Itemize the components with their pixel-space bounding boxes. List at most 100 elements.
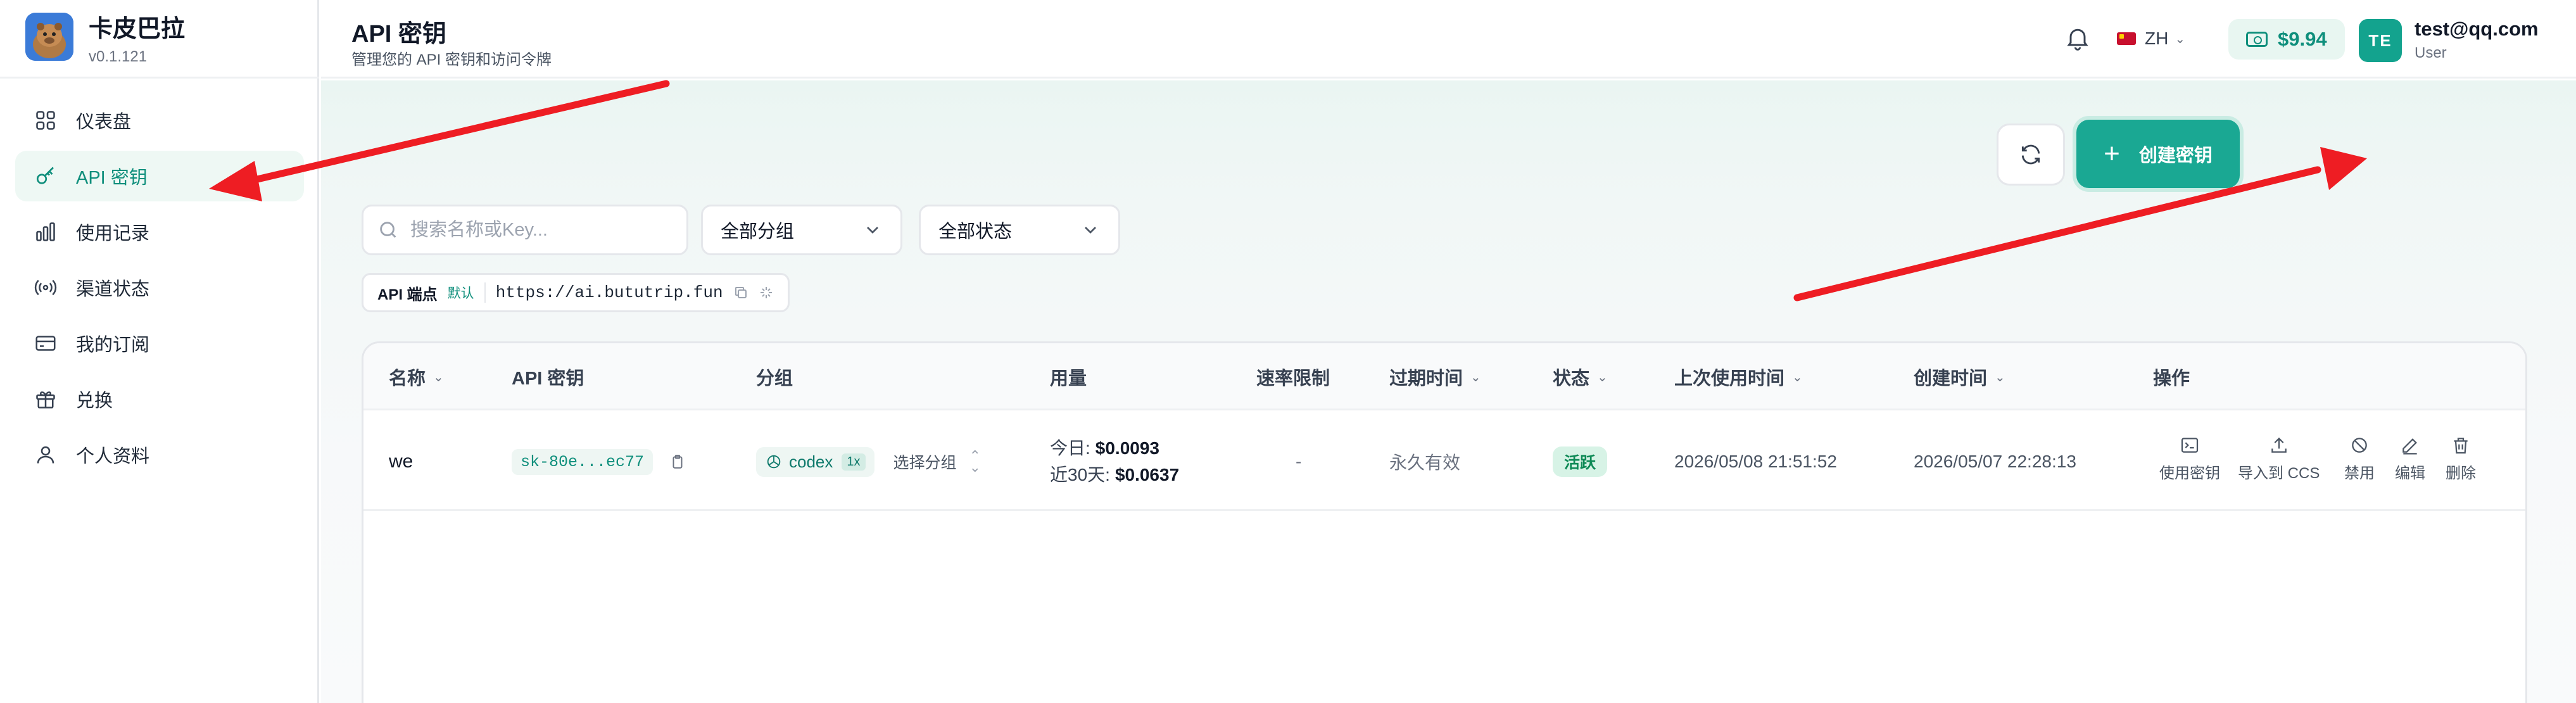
- capybara-logo-icon[interactable]: [25, 13, 73, 61]
- chevron-down-icon: ⌄: [1995, 370, 2005, 384]
- status-filter-select[interactable]: 全部状态: [919, 205, 1120, 255]
- endpoint-default-badge: 默认: [447, 286, 474, 301]
- sidebar-item-channel-status[interactable]: 渠道状态: [15, 262, 304, 313]
- brand: 卡皮巴拉 v0.1.121: [0, 0, 319, 79]
- sidebar-nav: 仪表盘 API 密钥 使用记录 渠道状态 我的订阅 兑换 个人资料: [0, 95, 319, 485]
- sidebar-item-redeem[interactable]: 兑换: [15, 374, 304, 424]
- delete-button[interactable]: 删除: [2446, 435, 2476, 483]
- column-header-created[interactable]: 创建时间 ⌄: [1914, 343, 2005, 410]
- masked-api-key[interactable]: sk-80e...ec77: [512, 448, 653, 475]
- chevron-down-icon: ⌄: [1597, 370, 1608, 384]
- status-filter-value: 全部状态: [938, 222, 1013, 242]
- create-key-label: 创建密钥: [2138, 146, 2213, 166]
- chevron-down-icon: [867, 227, 878, 234]
- column-header-expires[interactable]: 过期时间 ⌄: [1389, 343, 1481, 410]
- balance-value: $9.94: [2278, 28, 2327, 50]
- sidebar-item-label: 仪表盘: [76, 112, 132, 132]
- column-header-last-used[interactable]: 上次使用时间 ⌄: [1674, 343, 1803, 410]
- use-key-button[interactable]: 使用密钥: [2159, 435, 2220, 483]
- page-title: API 密钥: [351, 21, 446, 48]
- api-keys-table: 名称 ⌄ API 密钥 分组 用量 速率限制 过期时间 ⌄ 状态 ⌄ 上次使用时间 ⌄ …: [362, 341, 2527, 703]
- status-badge: 活跃: [1553, 446, 1608, 477]
- usage-30-days: 近30天: $0.0637: [1050, 465, 1180, 484]
- create-key-button[interactable]: + 创建密钥: [2076, 120, 2240, 188]
- gift-icon: [34, 388, 57, 410]
- refresh-icon: [2021, 144, 2040, 165]
- language-label: ZH: [2145, 28, 2169, 48]
- group-name: codex: [789, 452, 833, 471]
- copy-icon[interactable]: [733, 285, 748, 300]
- refresh-button[interactable]: [1997, 124, 2065, 186]
- group-cell: codex 1x 选择分组 ⌃ ⌄: [756, 412, 981, 511]
- api-endpoint-bar: API 端点 默认 https://ai.bututrip.fun: [362, 273, 790, 312]
- group-filter-select[interactable]: 全部分组: [701, 205, 902, 255]
- column-header-rate-limit: 速率限制: [1256, 369, 1330, 389]
- edit-button[interactable]: 编辑: [2395, 435, 2425, 483]
- credit-card-icon: [34, 332, 57, 355]
- sidebar: 卡皮巴拉 v0.1.121 仪表盘 API 密钥 使用记录 渠道状态 我的订阅 …: [0, 0, 319, 703]
- search-box[interactable]: [362, 205, 688, 255]
- bell-icon[interactable]: [2064, 24, 2092, 52]
- sidebar-item-profile[interactable]: 个人资料: [15, 429, 304, 480]
- main-content: + 创建密钥 全部分组 全部状态 API 端点 默认 https://ai.bu…: [321, 80, 2576, 703]
- sidebar-item-label: 兑换: [76, 391, 113, 411]
- chevron-down-icon: ⌄: [433, 370, 444, 384]
- balance-badge[interactable]: $9.94: [2228, 19, 2345, 60]
- column-header-usage: 用量: [1050, 369, 1087, 389]
- china-flag-icon: [2117, 32, 2136, 45]
- plus-icon: +: [2104, 138, 2120, 169]
- user-role: User: [2415, 44, 2447, 61]
- last-used-value: 2026/05/08 21:51:52: [1674, 452, 1837, 471]
- chevron-down-icon: ⌄: [1470, 370, 1481, 384]
- table-row: we sk-80e...ec77 codex 1x 选择分组 ⌃ ⌄ 今日: $0.…: [363, 412, 2525, 511]
- openai-icon: [767, 455, 781, 469]
- usage-today: 今日: $0.0093: [1050, 438, 1159, 458]
- sidebar-item-label: 个人资料: [76, 446, 150, 467]
- signal-icon: [34, 276, 57, 299]
- column-header-name[interactable]: 名称 ⌄: [389, 343, 444, 410]
- sidebar-item-api-keys[interactable]: API 密钥: [15, 151, 304, 201]
- bar-chart-icon: [34, 220, 57, 243]
- search-input[interactable]: [410, 219, 676, 241]
- avatar[interactable]: TE: [2359, 19, 2402, 62]
- pencil-icon: [2402, 438, 2417, 455]
- table-header: 名称 ⌄ API 密钥 分组 用量 速率限制 过期时间 ⌄ 状态 ⌄ 上次使用时间 ⌄ …: [363, 343, 2525, 410]
- language-switcher[interactable]: ZH ⌄: [2117, 23, 2185, 54]
- column-header-api-key: API 密钥: [512, 369, 584, 389]
- endpoint-url: https://ai.bututrip.fun: [495, 283, 723, 302]
- trash-icon: [2454, 438, 2468, 454]
- chevron-updown-icon: ⌃ ⌄: [969, 448, 981, 475]
- search-icon: [380, 222, 396, 238]
- rate-limit-value: -: [1296, 452, 1302, 471]
- upload-icon: [2271, 437, 2287, 453]
- sidebar-item-subscriptions[interactable]: 我的订阅: [15, 318, 304, 369]
- terminal-icon: [2181, 438, 2199, 453]
- user-email[interactable]: test@qq.com: [2415, 18, 2539, 41]
- disable-button[interactable]: 禁用: [2344, 435, 2375, 483]
- key-icon: [34, 165, 57, 187]
- wallet-icon: [2246, 32, 2268, 47]
- group-multiplier: 1x: [842, 453, 866, 471]
- status-cell: 活跃: [1553, 412, 1608, 511]
- choose-group-select[interactable]: 选择分组 ⌃ ⌄: [893, 448, 981, 475]
- sidebar-item-usage[interactable]: 使用记录: [15, 206, 304, 257]
- user-icon: [34, 443, 57, 466]
- top-header: API 密钥 管理您的 API 密钥和访问令牌 ZH ⌄ $9.94 TE te…: [321, 0, 2576, 79]
- sidebar-item-dashboard[interactable]: 仪表盘: [15, 95, 304, 146]
- created-value: 2026/05/07 22:28:13: [1914, 452, 2076, 471]
- import-ccs-button[interactable]: 导入到 CCS: [2238, 435, 2320, 483]
- column-header-group: 分组: [756, 369, 793, 389]
- page-subtitle: 管理您的 API 密钥和访问令牌: [351, 51, 552, 68]
- divider: [484, 282, 486, 303]
- key-name: we: [389, 451, 414, 472]
- ban-icon: [2352, 438, 2367, 453]
- expires-value: 永久有效: [1389, 453, 1461, 472]
- sidebar-item-label: API 密钥: [76, 168, 148, 188]
- sidebar-item-label: 渠道状态: [76, 279, 150, 300]
- column-header-status[interactable]: 状态 ⌄: [1553, 343, 1608, 410]
- grid-icon: [34, 109, 57, 132]
- brand-version: v0.1.121: [89, 48, 148, 65]
- clipboard-icon[interactable]: [669, 453, 686, 470]
- sidebar-item-label: 使用记录: [76, 224, 150, 244]
- sparkle-icon[interactable]: [759, 285, 774, 300]
